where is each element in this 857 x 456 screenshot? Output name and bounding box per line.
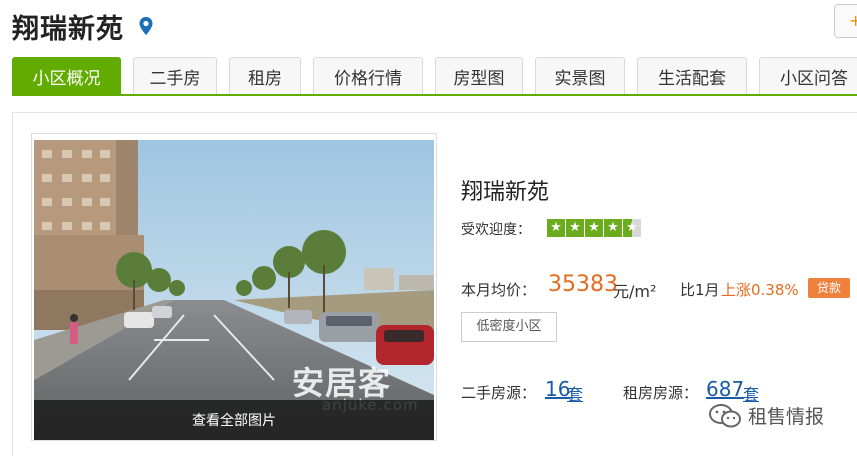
community-name: 翔瑞新苑	[461, 180, 550, 205]
star-icon: ★	[585, 219, 603, 237]
price-label: 本月均价：	[461, 281, 537, 299]
popularity-stars: ★ ★ ★ ★ ★	[547, 219, 641, 237]
tab-bar: 小区概况 二手房 租房 价格行情 房型图 实景图 生活配套 小区问答	[12, 57, 857, 95]
tab-rental[interactable]: 租房	[229, 57, 301, 95]
rental-listings-count[interactable]: 687	[706, 377, 744, 401]
tab-overview[interactable]: 小区概况	[12, 57, 121, 95]
low-density-tag: 低密度小区	[461, 312, 557, 342]
tab-resale[interactable]: 二手房	[133, 57, 217, 95]
wechat-account-name: 租售情报	[748, 406, 825, 428]
month-change-value: 上涨0.38%	[721, 281, 799, 299]
title-row: 翔瑞新苑	[12, 6, 154, 46]
page-title: 翔瑞新苑	[12, 13, 124, 45]
star-icon: ★	[547, 219, 565, 237]
resale-listings-unit[interactable]: 套	[567, 381, 583, 405]
star-icon: ★	[566, 219, 584, 237]
price-value: 35383	[548, 272, 618, 297]
price-unit: 元/m²	[613, 282, 657, 301]
view-all-photos-button[interactable]: 查看全部图片	[34, 400, 434, 440]
star-icon: ★	[604, 219, 622, 237]
wechat-watermark: 租售情报	[708, 402, 824, 429]
resale-listings-label: 二手房源：	[461, 384, 537, 402]
map-pin-icon[interactable]	[138, 16, 154, 36]
tab-qa[interactable]: 小区问答	[759, 57, 857, 95]
corner-button[interactable]: +	[834, 4, 857, 38]
community-photo[interactable]: 安居客 anjuke.com 查看全部图片	[34, 140, 434, 440]
rental-listings-label: 租房房源：	[623, 384, 699, 402]
tab-floor-plans[interactable]: 房型图	[435, 57, 523, 95]
tab-amenities[interactable]: 生活配套	[637, 57, 747, 95]
loan-button[interactable]: 贷款	[808, 278, 850, 298]
half-star-icon: ★	[623, 219, 641, 237]
popularity-label: 受欢迎度：	[461, 222, 531, 238]
month-compare-label: 比1月	[680, 281, 720, 299]
plus-icon: +	[849, 11, 857, 30]
tab-real-photos[interactable]: 实景图	[535, 57, 625, 95]
wechat-icon	[709, 403, 741, 427]
tab-underline	[12, 94, 857, 96]
tab-price-trend[interactable]: 价格行情	[313, 57, 423, 95]
